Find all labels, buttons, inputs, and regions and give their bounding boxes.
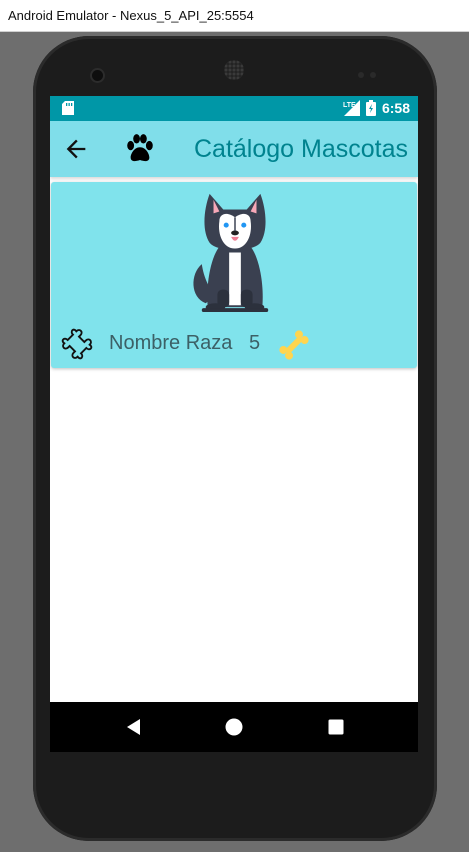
husky-dog-icon (193, 193, 269, 313)
earpiece-speaker (224, 60, 244, 80)
svg-text:LTE: LTE (343, 102, 356, 109)
bone-outline-icon (61, 328, 93, 360)
front-camera (92, 70, 103, 81)
emulator-stage: LTE 6:58 Catálogo Mascotas Nombre Raza 5 (0, 32, 469, 852)
proximity-sensor (358, 72, 364, 78)
status-time: 6:58 (381, 100, 410, 116)
home-circle-icon[interactable] (222, 715, 246, 739)
emulator-titlebar: Android Emulator - Nexus_5_API_25:5554 (0, 0, 469, 32)
bone-yellow-icon[interactable] (276, 327, 312, 363)
breed-card[interactable]: Nombre Raza 5 (51, 182, 417, 368)
device-screen: LTE 6:58 Catálogo Mascotas Nombre Raza 5 (50, 96, 418, 752)
system-nav-bar (50, 702, 418, 752)
app-title: Catálogo Mascotas (193, 135, 408, 163)
paw-icon (127, 134, 153, 162)
emulator-window-title: Android Emulator - Nexus_5_API_25:5554 (8, 8, 254, 23)
sd-card-icon (62, 101, 74, 115)
light-sensor (370, 72, 376, 78)
status-right-group: LTE 6:58 (342, 100, 410, 116)
phone-top-bezel (33, 36, 437, 102)
status-bar: LTE 6:58 (50, 96, 418, 121)
breed-name: Nombre Raza (109, 332, 233, 354)
arrow-back-icon[interactable] (62, 135, 90, 163)
back-triangle-icon[interactable] (122, 715, 146, 739)
breed-rating: 5 (249, 332, 261, 354)
recents-square-icon[interactable] (324, 715, 348, 739)
phone-frame: LTE 6:58 Catálogo Mascotas Nombre Raza 5 (33, 36, 437, 841)
battery-icon (365, 100, 376, 116)
lte-signal-icon: LTE (343, 100, 360, 116)
app-bar: Catálogo Mascotas (50, 121, 418, 177)
